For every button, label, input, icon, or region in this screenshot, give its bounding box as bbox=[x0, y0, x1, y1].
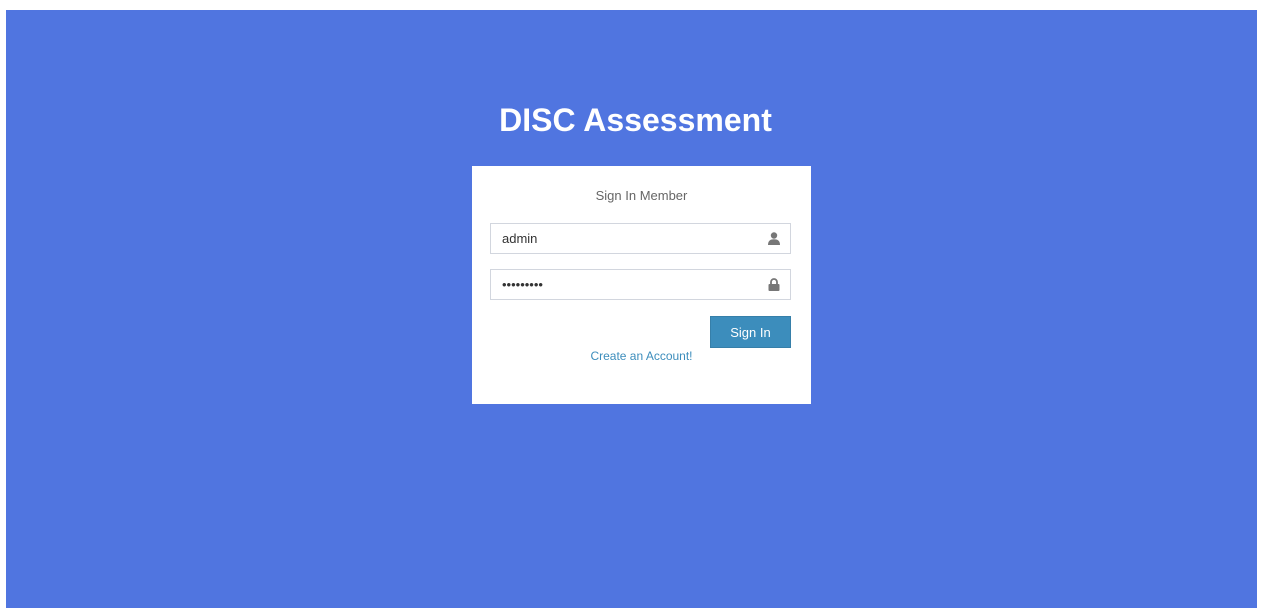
create-account-link[interactable]: Create an Account! bbox=[472, 349, 811, 363]
username-input[interactable] bbox=[491, 224, 761, 253]
app-title: DISC Assessment bbox=[499, 102, 772, 138]
login-box-message: Sign In Member bbox=[595, 188, 688, 203]
user-icon bbox=[768, 232, 780, 245]
lock-icon bbox=[768, 278, 780, 291]
login-box: Sign In Member Sign In Create an Account… bbox=[472, 166, 811, 404]
password-field[interactable] bbox=[490, 269, 791, 300]
username-field[interactable] bbox=[490, 223, 791, 254]
password-input[interactable] bbox=[491, 270, 761, 299]
sign-in-button[interactable]: Sign In bbox=[710, 316, 791, 348]
